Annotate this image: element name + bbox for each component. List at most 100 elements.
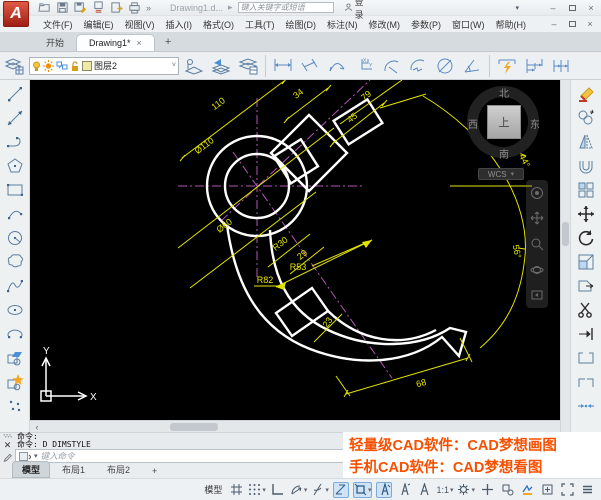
doc-close-button[interactable]: ×	[584, 19, 596, 30]
annotation-autoscale-icon[interactable]	[396, 482, 412, 498]
viewcube-south[interactable]: 南	[499, 146, 509, 161]
dim-quick-icon[interactable]	[495, 54, 519, 78]
fullscreen-icon[interactable]	[559, 482, 575, 498]
scroll-left-icon[interactable]: ‹	[30, 422, 44, 432]
publish-icon[interactable]	[110, 1, 123, 14]
dim-continue-icon[interactable]	[549, 54, 573, 78]
dim-ordinate-icon[interactable]: XY	[352, 54, 376, 78]
dim-linear-icon[interactable]	[271, 54, 295, 78]
array-icon[interactable]	[574, 178, 598, 202]
layer-previous-icon[interactable]	[209, 54, 233, 78]
erase-icon[interactable]	[574, 82, 598, 106]
ellipse-arc-icon[interactable]	[3, 322, 27, 346]
menu-window[interactable]: 窗口(W)	[447, 17, 490, 32]
command-prompt-icon[interactable]	[19, 452, 31, 461]
close-button[interactable]: ×	[585, 2, 597, 13]
nav-orbit-icon[interactable]	[530, 263, 544, 277]
dropdown-caret-icon[interactable]: ▾	[515, 4, 519, 12]
layer-states-icon[interactable]	[236, 54, 260, 78]
extend-icon[interactable]	[574, 322, 598, 346]
line-icon[interactable]	[3, 82, 27, 106]
rectangle-icon[interactable]	[3, 178, 27, 202]
horizontal-scrollbar[interactable]: ‹	[30, 420, 560, 432]
menu-edit[interactable]: 编辑(E)	[79, 17, 119, 32]
command-caret-icon[interactable]: ▾	[34, 452, 38, 460]
annotation-visibility-icon[interactable]	[376, 482, 392, 498]
spline-icon[interactable]	[3, 274, 27, 298]
print-icon[interactable]	[128, 1, 141, 14]
move-icon[interactable]	[574, 202, 598, 226]
graphics-performance-icon[interactable]	[519, 482, 535, 498]
model-space-button[interactable]: 模型	[204, 483, 222, 496]
create-block-icon[interactable]	[3, 370, 27, 394]
ortho-icon[interactable]	[270, 482, 286, 498]
nav-pan-icon[interactable]	[530, 211, 544, 225]
tab-layout2[interactable]: 布局2	[97, 461, 140, 478]
polar-icon[interactable]: ▾	[290, 482, 308, 498]
menu-help[interactable]: 帮助(H)	[491, 17, 532, 32]
save-as-icon[interactable]	[74, 1, 87, 14]
otrack-icon[interactable]	[333, 482, 349, 498]
command-pencil-icon[interactable]	[3, 453, 13, 462]
dim-radius-icon[interactable]	[379, 54, 403, 78]
combo-caret-icon[interactable]: ˅	[172, 62, 176, 69]
nav-motion-icon[interactable]	[530, 288, 544, 302]
menu-insert[interactable]: 插入(I)	[161, 17, 198, 32]
dim-jogged-icon[interactable]	[406, 54, 430, 78]
layer-combo[interactable]: 图层2 ˅	[29, 57, 179, 75]
menu-file[interactable]: 文件(F)	[38, 17, 78, 32]
minimize-button[interactable]: –	[547, 2, 559, 13]
scale-value-button[interactable]: 1:1▾	[436, 482, 453, 498]
chamfer-icon[interactable]	[574, 370, 598, 394]
stretch-icon[interactable]	[574, 274, 598, 298]
menu-tools[interactable]: 工具(T)	[240, 17, 280, 32]
menu-format[interactable]: 格式(O)	[198, 17, 239, 32]
drawing-canvas[interactable]: 110 34 79 45 Ø110 Ø60 R30 29 R53 R82 23 …	[30, 80, 560, 420]
dim-diameter-icon[interactable]	[433, 54, 457, 78]
viewcube-east[interactable]: 东	[530, 116, 540, 131]
tab-layout1[interactable]: 布局1	[52, 461, 95, 478]
isodraft-icon[interactable]: ▾	[311, 482, 329, 498]
maximize-button[interactable]	[566, 2, 578, 13]
tab-start[interactable]: 开始	[34, 34, 76, 51]
menu-draw[interactable]: 绘图(D)	[281, 17, 322, 32]
layer-properties-icon[interactable]	[2, 54, 26, 78]
plot-icon[interactable]	[92, 1, 105, 14]
menu-parametric[interactable]: 参数(P)	[406, 17, 446, 32]
isolate-objects-icon[interactable]	[499, 482, 515, 498]
arc-icon[interactable]	[3, 202, 27, 226]
viewcube-north[interactable]: 北	[499, 85, 509, 100]
osnap-icon[interactable]: ▾	[353, 482, 373, 498]
viewcube[interactable]: 北 南 西 东 上 WCS▾	[466, 84, 544, 182]
menu-modify[interactable]: 修改(M)	[364, 17, 406, 32]
search-input[interactable]: 键入关键字或短语	[238, 2, 334, 13]
insert-block-icon[interactable]	[3, 346, 27, 370]
copy-icon[interactable]	[574, 106, 598, 130]
wcs-dropdown[interactable]: WCS▾	[478, 168, 524, 180]
annotation-scale-icon[interactable]	[416, 482, 432, 498]
join-icon[interactable]	[574, 394, 598, 418]
clean-screen-icon[interactable]	[539, 482, 555, 498]
ellipse-icon[interactable]	[3, 298, 27, 322]
dim-baseline-icon[interactable]	[522, 54, 546, 78]
construction-line-icon[interactable]	[3, 106, 27, 130]
new-tab-button[interactable]: +	[165, 36, 171, 48]
customize-menu-icon[interactable]	[579, 482, 595, 498]
command-close-icon[interactable]: ✕	[4, 440, 12, 451]
dim-angular-icon[interactable]	[460, 54, 484, 78]
more-tools-icon[interactable]: »	[146, 3, 151, 13]
mirror-icon[interactable]	[574, 130, 598, 154]
tab-close-icon[interactable]: ×	[137, 38, 142, 48]
workspace-gear-icon[interactable]: ▾	[457, 482, 475, 498]
offset-icon[interactable]	[574, 154, 598, 178]
add-layout-button[interactable]: +	[142, 464, 167, 478]
circle-icon[interactable]	[3, 226, 27, 250]
v-scroll-thumb[interactable]	[562, 222, 569, 246]
scale-icon[interactable]	[574, 250, 598, 274]
polyline-icon[interactable]	[3, 130, 27, 154]
navigation-bar[interactable]	[526, 180, 548, 308]
tab-model[interactable]: 模型	[12, 461, 50, 478]
viewcube-top-face[interactable]: 上	[487, 105, 521, 139]
title-arrow-icon[interactable]: ▸	[228, 2, 233, 13]
trim-icon[interactable]	[574, 298, 598, 322]
